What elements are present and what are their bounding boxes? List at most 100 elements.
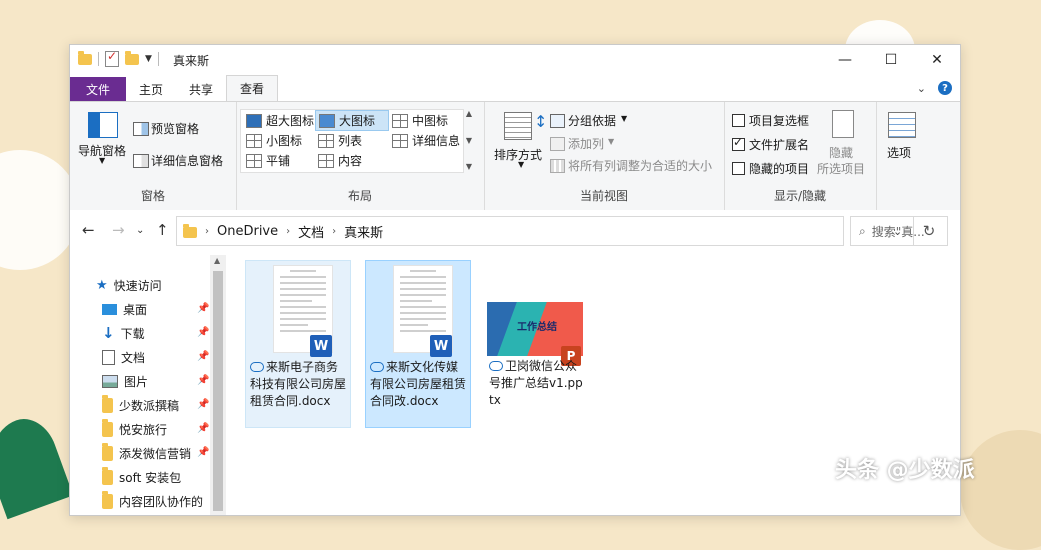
file-item[interactable]: W 来斯文化传媒有限公司房屋租赁合同改.docx bbox=[365, 260, 471, 428]
nav-folder-wechat[interactable]: 添发微信营销 bbox=[102, 442, 191, 463]
scroll-up-icon[interactable]: ▲ bbox=[466, 109, 472, 118]
layout-extra-large-icons[interactable]: 超大图标 bbox=[243, 111, 317, 130]
nav-pane-scrollbar[interactable]: ▲ bbox=[210, 255, 226, 515]
nav-quick-access[interactable]: ★ 快速访问 bbox=[96, 275, 162, 295]
fit-columns-icon bbox=[550, 159, 565, 173]
nav-item-label: 桌面 bbox=[123, 302, 148, 317]
dropdown-arrow-icon[interactable]: ▼ bbox=[518, 160, 524, 169]
hide-selected-icon[interactable] bbox=[832, 110, 854, 138]
nav-folder-sspai[interactable]: 少数派撰稿 bbox=[102, 394, 179, 415]
nav-folder-soft[interactable]: soft 安装包 bbox=[102, 466, 181, 487]
layout-medium-icons[interactable]: 中图标 bbox=[389, 111, 451, 130]
address-bar[interactable]: › OneDrive › 文档 › 真来斯 ⌄ ↻ bbox=[176, 216, 935, 246]
ribbon: 导航窗格 ▼ 预览窗格 详细信息窗格 窗格 超大图标 大图标 中图标 小图标 列… bbox=[70, 101, 960, 211]
layout-details[interactable]: 详细信息 bbox=[389, 131, 463, 150]
breadcrumb-separator-icon[interactable]: › bbox=[205, 226, 209, 237]
pin-icon[interactable]: 📌 bbox=[197, 423, 209, 434]
tab-home[interactable]: 主页 bbox=[126, 77, 176, 101]
recent-locations-chevron-icon[interactable]: ⌄ bbox=[136, 225, 144, 236]
folder-icon bbox=[102, 394, 113, 413]
group-label-show-hide: 显示/隐藏 bbox=[773, 189, 827, 203]
layout-tiles[interactable]: 平铺 bbox=[243, 151, 293, 170]
customize-qat-arrow-icon[interactable]: ▼ bbox=[145, 54, 152, 64]
hidden-items-label[interactable]: 隐藏的项目 bbox=[749, 160, 809, 177]
nav-folder-travel[interactable]: 悦安旅行 bbox=[102, 418, 167, 439]
tab-file[interactable]: 文件 bbox=[70, 77, 127, 101]
layout-gallery-scroll[interactable]: ▲ ▼ ▼ bbox=[463, 109, 475, 171]
expand-gallery-icon[interactable]: ▼ bbox=[466, 162, 472, 171]
nav-pictures[interactable]: 图片 bbox=[102, 371, 148, 391]
breadcrumb-separator-icon[interactable]: › bbox=[286, 226, 290, 237]
nav-documents[interactable]: 文档 bbox=[102, 347, 145, 367]
pin-icon[interactable]: 📌 bbox=[197, 447, 209, 458]
back-arrow-icon[interactable]: ← bbox=[82, 221, 95, 239]
file-extensions-checkbox[interactable] bbox=[732, 135, 745, 151]
scroll-up-icon[interactable]: ▲ bbox=[214, 256, 220, 265]
navigation-pane-icon[interactable] bbox=[88, 112, 118, 138]
breadcrumb-documents[interactable]: 文档 bbox=[298, 222, 324, 241]
content-icon bbox=[318, 153, 334, 168]
hide-selected-button[interactable]: 隐藏 bbox=[829, 144, 853, 161]
options-icon[interactable] bbox=[888, 112, 916, 138]
sort-by-arrow-icon: ↕ bbox=[534, 112, 548, 131]
hidden-items-checkbox[interactable] bbox=[732, 162, 745, 175]
preview-pane-button[interactable]: 预览窗格 bbox=[151, 120, 199, 137]
nav-downloads[interactable]: ↓ 下载 bbox=[102, 323, 145, 343]
help-icon[interactable]: ? bbox=[938, 81, 952, 95]
close-button[interactable]: ✕ bbox=[914, 45, 960, 75]
forward-arrow-icon[interactable]: → bbox=[112, 221, 125, 239]
layout-small-icons[interactable]: 小图标 bbox=[243, 131, 305, 150]
file-name-text: 卫岗微信公众号推广总结v1.pptx bbox=[489, 359, 583, 407]
fit-columns-button[interactable]: 将所有列调整为合适的大小 bbox=[568, 157, 712, 174]
nav-item-label: 内容团队协作的 bbox=[119, 494, 204, 509]
folder-icon bbox=[102, 466, 113, 485]
up-arrow-icon[interactable]: ↑ bbox=[156, 221, 169, 239]
layout-content[interactable]: 内容 bbox=[315, 151, 365, 170]
scrollbar-thumb[interactable] bbox=[213, 271, 223, 511]
hide-selected-button-line2[interactable]: 所选项目 bbox=[817, 160, 865, 177]
options-button[interactable]: 选项 bbox=[887, 144, 911, 161]
nav-item-label: 文档 bbox=[121, 350, 146, 365]
window-controls: — ☐ ✕ bbox=[822, 45, 960, 75]
dropdown-arrow-icon[interactable]: ▼ bbox=[99, 156, 105, 165]
details-pane-button[interactable]: 详细信息窗格 bbox=[151, 152, 223, 169]
breadcrumb-onedrive[interactable]: OneDrive bbox=[217, 224, 278, 239]
file-name: 来斯文化传媒有限公司房屋租赁合同改.docx bbox=[370, 359, 468, 410]
search-input[interactable]: ⌕ 搜索"真... bbox=[850, 216, 948, 246]
tab-view[interactable]: 查看 bbox=[226, 75, 279, 101]
add-column-button[interactable]: 添加列 bbox=[568, 135, 604, 152]
minimize-button[interactable]: — bbox=[822, 45, 868, 75]
file-name-text: 来斯文化传媒有限公司房屋租赁合同改.docx bbox=[370, 360, 467, 408]
layout-item-label: 中图标 bbox=[412, 114, 449, 128]
item-checkboxes-checkbox[interactable] bbox=[732, 114, 745, 127]
tab-share[interactable]: 共享 bbox=[176, 77, 226, 101]
layout-item-label: 详细信息 bbox=[412, 134, 461, 148]
background-blob bbox=[0, 150, 80, 270]
file-item[interactable]: W 来斯电子商务科技有限公司房屋租赁合同.docx bbox=[245, 260, 351, 428]
file-item[interactable]: 工作总结 P 卫岗微信公众号推广总结v1.pptx bbox=[485, 260, 589, 426]
collapse-ribbon-chevron-icon[interactable]: ⌄ bbox=[917, 82, 926, 95]
title-bar: ▼ 真来斯 — ☐ ✕ bbox=[70, 45, 960, 75]
file-extensions-label[interactable]: 文件扩展名 bbox=[749, 136, 809, 153]
nav-desktop[interactable]: 桌面 bbox=[102, 299, 147, 319]
breadcrumb-current-folder[interactable]: 真来斯 bbox=[344, 222, 383, 241]
layout-list[interactable]: 列表 bbox=[315, 131, 365, 150]
pin-icon[interactable]: 📌 bbox=[197, 327, 209, 338]
item-checkboxes-label[interactable]: 项目复选框 bbox=[749, 112, 809, 129]
navigation-pane: ★ 快速访问 桌面 📌 ↓ 下载 📌 文档 📌 图片 📌 少数派撰稿 📌 悦安旅… bbox=[70, 250, 228, 515]
maximize-button[interactable]: ☐ bbox=[868, 45, 914, 75]
pin-icon[interactable]: 📌 bbox=[197, 303, 209, 314]
dropdown-arrow-icon[interactable]: ▼ bbox=[608, 137, 614, 146]
dropdown-arrow-icon[interactable]: ▼ bbox=[621, 114, 627, 123]
properties-icon[interactable] bbox=[105, 49, 119, 67]
scroll-down-icon[interactable]: ▼ bbox=[466, 136, 472, 145]
pin-icon[interactable]: 📌 bbox=[197, 351, 209, 362]
pin-icon[interactable]: 📌 bbox=[197, 375, 209, 386]
group-by-button[interactable]: 分组依据 bbox=[568, 112, 616, 129]
nav-folder-team[interactable]: 内容团队协作的 bbox=[102, 490, 204, 511]
new-folder-icon[interactable] bbox=[125, 50, 139, 65]
pin-icon[interactable]: 📌 bbox=[197, 399, 209, 410]
breadcrumb-separator-icon[interactable]: › bbox=[332, 226, 336, 237]
sort-by-icon[interactable] bbox=[504, 112, 532, 140]
layout-large-icons[interactable]: 大图标 bbox=[315, 110, 389, 131]
